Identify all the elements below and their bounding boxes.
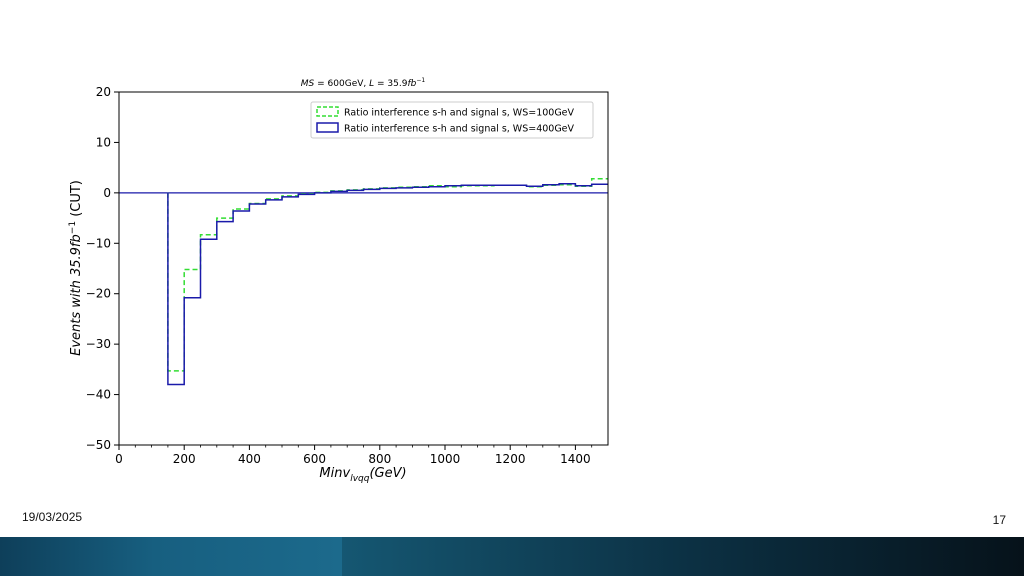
y-axis-label-part: (CUT) bbox=[69, 180, 84, 221]
y-tick-label: −40 bbox=[86, 388, 111, 402]
x-tick-label: 400 bbox=[238, 452, 261, 466]
svg-text:Events with 35.9fb−1 (CUT): Events with 35.9fb−1 (CUT) bbox=[68, 180, 84, 356]
slide-number: 17 bbox=[992, 513, 1006, 527]
footer-bar-right bbox=[342, 537, 1024, 576]
y-tick-label: −30 bbox=[86, 337, 111, 351]
footer-bar-left bbox=[0, 537, 342, 576]
x-axis-label-part: lvqq bbox=[350, 474, 370, 484]
x-axis-label-part: (GeV) bbox=[369, 466, 406, 481]
slide: MS = 600GeV, L = 35.9fb−1 0 200 400 600 800 1… bbox=[0, 0, 1024, 576]
x-tick-label: 1400 bbox=[560, 452, 591, 466]
chart-legend: Ratio interference s-h and signal s, WS=… bbox=[310, 101, 594, 139]
y-tick-label: 0 bbox=[103, 186, 111, 200]
histogram-chart: MS = 600GeV, L = 35.9fb−1 0 200 400 600 800 1… bbox=[68, 77, 609, 484]
chart-title-part: MS bbox=[301, 79, 315, 89]
y-axis-label-part: Events with 35.9 bbox=[69, 247, 84, 356]
y-axis-label: Events with 35.9fb−1 (CUT) bbox=[68, 180, 84, 356]
y-tick-label: 10 bbox=[96, 135, 111, 149]
plot-frame bbox=[118, 91, 609, 446]
legend-label-ws100: Ratio interference s-h and signal s, WS=… bbox=[344, 108, 575, 119]
plot-area: 0 200 400 600 800 1000 1200 1400 20 10 0 −10 −20 −30 −… bbox=[86, 85, 609, 466]
chart-title: MS = 600GeV, L = 35.9fb−1 bbox=[301, 77, 426, 89]
x-axis-label: Minvlvqq(GeV) bbox=[319, 466, 406, 484]
chart-title-part: −1 bbox=[416, 77, 425, 84]
legend-label-ws400: Ratio interference s-h and signal s, WS=… bbox=[344, 124, 575, 135]
x-tick-label: 800 bbox=[368, 452, 391, 466]
x-tick-label: 1000 bbox=[430, 452, 461, 466]
y-tick-label: −10 bbox=[86, 236, 111, 250]
series-line-ws100 bbox=[167, 177, 608, 372]
footer-bar bbox=[0, 537, 1024, 576]
y-axis-label-part: fb bbox=[69, 234, 84, 247]
chart-title-part: fb bbox=[407, 79, 416, 89]
x-tick-label: 0 bbox=[115, 452, 123, 466]
svg-text:Minvlvqq(GeV): Minvlvqq(GeV) bbox=[319, 466, 406, 484]
y-tick-label: 20 bbox=[96, 85, 111, 99]
x-tick-label: 1200 bbox=[495, 452, 526, 466]
chart-title-part: = 600GeV, bbox=[314, 79, 369, 89]
x-tick-label: 200 bbox=[173, 452, 196, 466]
chart-title-part: = 35.9 bbox=[374, 79, 408, 89]
y-tick-label: −20 bbox=[86, 287, 111, 301]
x-tick-label: 600 bbox=[303, 452, 326, 466]
footer-date: 19/03/2025 bbox=[22, 510, 83, 524]
y-axis-label-part: −1 bbox=[68, 221, 78, 234]
y-tick-label: −50 bbox=[86, 438, 111, 452]
series-line-ws400 bbox=[167, 183, 608, 386]
x-axis-label-part: Minv bbox=[319, 466, 350, 481]
svg-text:MS = 600GeV, L = 35.9fb−1: MS = 600GeV, L = 35.9fb−1 bbox=[301, 77, 426, 89]
